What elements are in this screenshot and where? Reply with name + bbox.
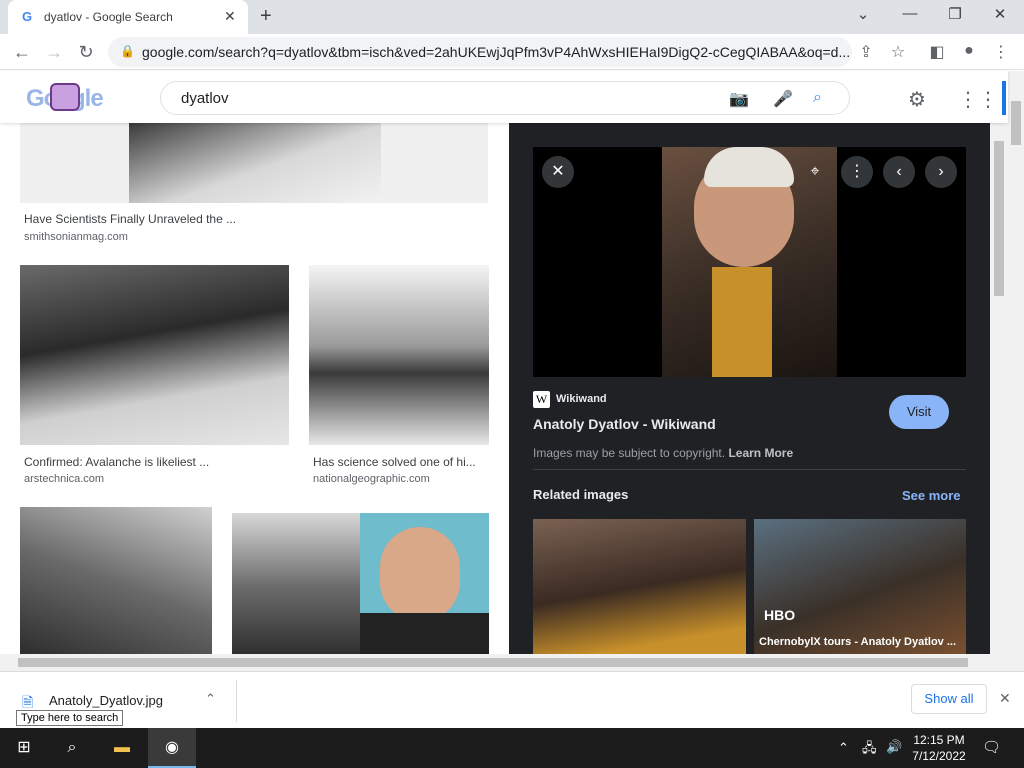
portrait-shirt: [712, 267, 772, 377]
page-scrollbar[interactable]: [1008, 71, 1024, 671]
result-caption[interactable]: Has science solved one of hi...: [313, 455, 476, 469]
search-icon[interactable]: ⌕: [813, 89, 822, 107]
browser-tab[interactable]: G dyatlov - Google Search ✕: [8, 0, 248, 34]
volume-icon[interactable]: 🔊: [886, 739, 902, 755]
result-image-tent[interactable]: [20, 123, 488, 203]
windows-start-icon[interactable]: ⊞: [0, 728, 48, 768]
related-caption: ChernobylX tours - Anatoly Dyatlov ...: [759, 636, 957, 648]
result-source[interactable]: arstechnica.com: [24, 473, 104, 485]
back-arrow-icon[interactable]: ←: [10, 40, 34, 64]
download-filename[interactable]: Anatoly_Dyatlov.jpg: [49, 693, 163, 708]
site-name[interactable]: Wikiwand: [556, 393, 607, 405]
search-icon[interactable]: ⌕: [48, 728, 96, 768]
tab-search-icon[interactable]: ⌄: [848, 5, 878, 23]
doodle-icon: [50, 83, 80, 111]
related-image[interactable]: [533, 519, 746, 654]
result-source[interactable]: smithsonianmag.com: [24, 231, 128, 243]
show-all-button[interactable]: Show all: [911, 684, 987, 714]
see-more-link[interactable]: See more: [902, 488, 961, 503]
next-icon[interactable]: ›: [925, 156, 957, 188]
result-caption[interactable]: Have Scientists Finally Unraveled the ..…: [24, 212, 236, 226]
divider: [236, 680, 237, 722]
result-image-snow-search[interactable]: [309, 265, 489, 445]
portrait-color: [360, 513, 489, 654]
camera-icon[interactable]: 📷: [729, 89, 749, 109]
side-panel-icon[interactable]: ◧: [926, 42, 948, 62]
google-header: Google dyatlov 📷 🎤 ⌕ ⚙ ⋮⋮: [0, 71, 1008, 123]
minimize-button[interactable]: —: [895, 5, 925, 22]
notification-icon[interactable]: 🗨: [982, 738, 1001, 756]
tab-strip: G dyatlov - Google Search ✕ + ⌄ — ❐ ✕: [0, 0, 1024, 34]
portrait-jacket: [360, 613, 489, 654]
microphone-icon[interactable]: 🎤: [773, 89, 793, 109]
profile-avatar-icon[interactable]: ●: [958, 42, 980, 60]
tent-photo: [129, 123, 381, 203]
bookmark-star-icon[interactable]: ☆: [887, 42, 909, 62]
hbo-logo: HBO: [764, 607, 796, 623]
result-image-collapsed-tent[interactable]: [20, 265, 289, 445]
chevron-up-icon[interactable]: ⌃: [838, 740, 849, 756]
menu-kebab-icon[interactable]: ⋮: [990, 42, 1012, 62]
related-images-heading: Related images: [533, 487, 629, 502]
lens-search-icon[interactable]: ⌖: [799, 156, 831, 188]
chevron-up-icon[interactable]: ⌃: [205, 691, 216, 707]
windows-taskbar: ⊞ ⌕ ▬ ◉ ⌃ 🖧 🔊 12:15 PM 7/12/2022 🗨: [0, 728, 1024, 768]
clock-date[interactable]: 7/12/2022: [904, 749, 974, 763]
result-title[interactable]: Anatoly Dyatlov - Wikiwand: [533, 416, 716, 432]
scrollbar-thumb[interactable]: [18, 658, 968, 667]
download-bar: 🗎 Anatoly_Dyatlov.jpg ⌃ Show all ✕ Type …: [0, 671, 1024, 728]
result-source[interactable]: nationalgeographic.com: [313, 473, 430, 485]
result-caption[interactable]: Confirmed: Avalanche is likeliest ...: [24, 455, 209, 469]
more-options-icon[interactable]: ⋮: [841, 156, 873, 188]
clock-time[interactable]: 12:15 PM: [904, 733, 974, 747]
search-input[interactable]: dyatlov: [181, 90, 229, 107]
visit-button[interactable]: Visit: [889, 395, 949, 429]
divider: [533, 469, 966, 470]
tab-title: dyatlov - Google Search: [44, 10, 173, 24]
google-favicon-icon: G: [22, 9, 33, 24]
close-icon[interactable]: ✕: [542, 156, 574, 188]
portrait-face: [380, 527, 460, 622]
tab-close-icon[interactable]: ✕: [224, 8, 236, 25]
copyright-text: Images may be subject to copyright.: [533, 446, 726, 460]
portrait-hair: [704, 147, 794, 187]
copyright-notice: Images may be subject to copyright. Lear…: [533, 446, 793, 460]
horizontal-scrollbar[interactable]: [0, 654, 1008, 671]
close-icon[interactable]: ✕: [999, 690, 1011, 707]
chrome-icon[interactable]: ◉: [148, 728, 196, 768]
forward-arrow-icon[interactable]: →: [42, 40, 66, 64]
lock-icon: 🔒: [120, 44, 135, 58]
learn-more-link[interactable]: Learn More: [728, 446, 793, 460]
apps-grid-icon[interactable]: ⋮⋮: [958, 87, 998, 112]
share-icon[interactable]: ⇪: [855, 42, 877, 62]
scrollbar-thumb[interactable]: [1011, 101, 1021, 145]
file-explorer-icon[interactable]: ▬: [98, 728, 146, 768]
network-icon[interactable]: 🖧: [862, 739, 877, 761]
previous-icon[interactable]: ‹: [883, 156, 915, 188]
restore-button[interactable]: ❐: [940, 5, 970, 23]
panel-scrollbar[interactable]: [990, 123, 1008, 654]
address-bar[interactable]: 🔒 google.com/search?q=dyatlov&tbm=isch&v…: [108, 37, 852, 67]
new-tab-button[interactable]: +: [260, 5, 272, 28]
result-image-portraits[interactable]: [232, 513, 489, 654]
wikiwand-badge-icon: W: [533, 391, 550, 408]
search-box[interactable]: dyatlov 📷 🎤 ⌕: [160, 81, 850, 115]
image-preview-panel: ✕ ⌖ ⋮ ‹ › W Wikiwand Anatoly Dyatlov - W…: [509, 123, 990, 654]
url-text: google.com/search?q=dyatlov&tbm=isch&ved…: [142, 44, 851, 60]
image-results: Have Scientists Finally Unraveled the ..…: [0, 123, 509, 654]
google-logo[interactable]: Google: [26, 83, 104, 113]
gear-icon[interactable]: ⚙: [908, 87, 926, 112]
window-close-button[interactable]: ✕: [985, 5, 1015, 23]
browser-toolbar: ← → ↻ 🔒 google.com/search?q=dyatlov&tbm=…: [0, 34, 1024, 70]
preview-image-frame: ✕ ⌖ ⋮ ‹ ›: [533, 147, 966, 377]
result-image-hikers[interactable]: [20, 507, 212, 654]
search-tooltip: Type here to search: [16, 710, 124, 726]
scrollbar-thumb[interactable]: [994, 141, 1004, 296]
header-accent: [1002, 81, 1006, 115]
related-image[interactable]: HBO ChernobylX tours - Anatoly Dyatlov .…: [754, 519, 966, 654]
portrait-bw: [232, 513, 360, 654]
reload-icon[interactable]: ↻: [74, 40, 98, 64]
